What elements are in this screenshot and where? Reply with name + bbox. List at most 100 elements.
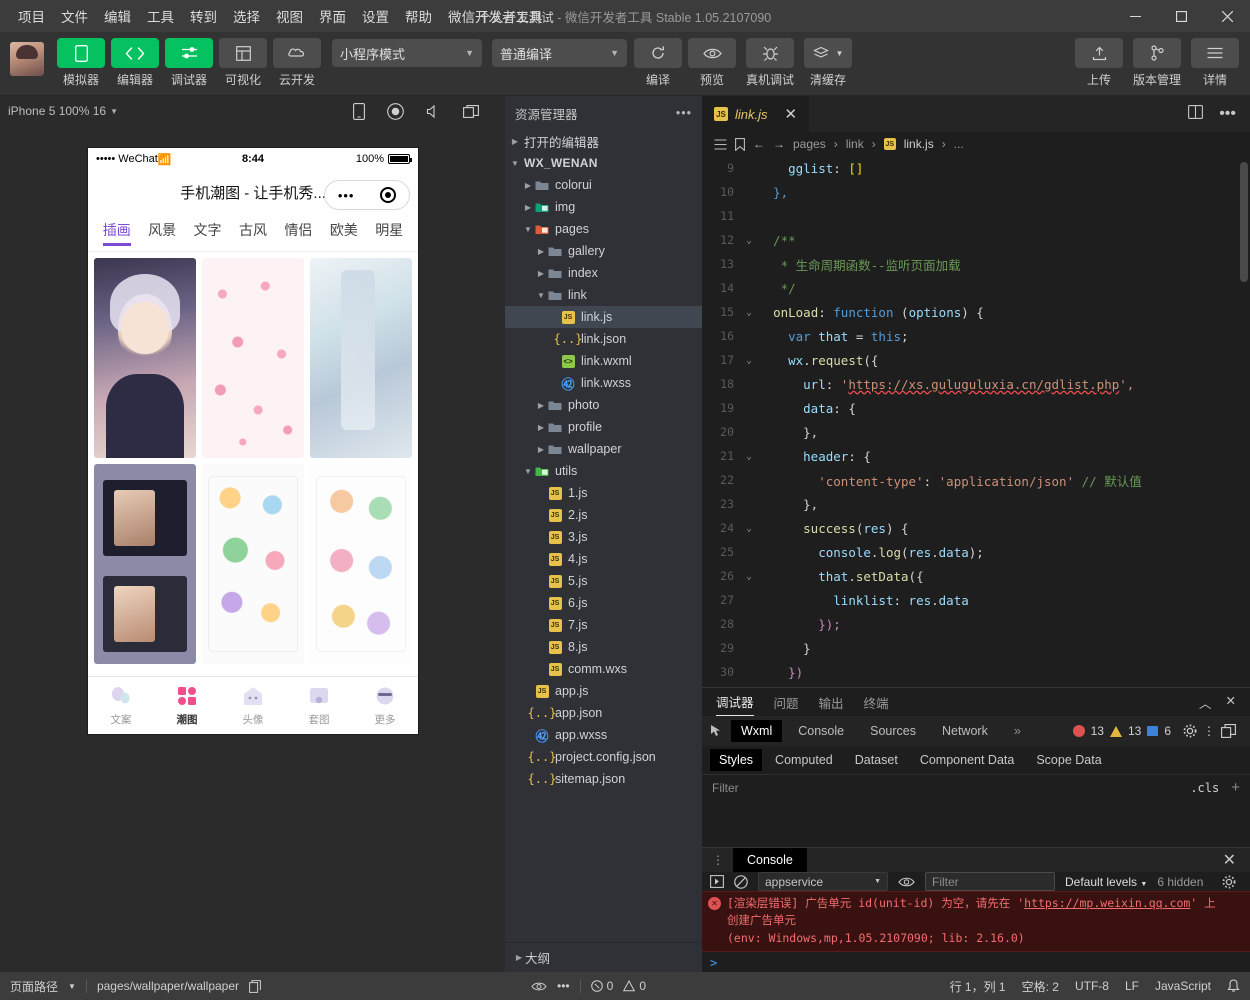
console-source-select[interactable]: appservice ▼ xyxy=(758,872,888,891)
code-line[interactable]: 17 ⌄ wx.request({ xyxy=(702,348,1250,372)
nav-forward-icon[interactable]: → xyxy=(773,137,785,151)
styles-tab-dataset[interactable]: Dataset xyxy=(846,749,907,771)
menu-item-interface[interactable]: 界面 xyxy=(311,2,354,30)
grid-image-2[interactable] xyxy=(202,258,304,458)
code-line[interactable]: 15 ⌄ onLoad: function (options) { xyxy=(702,300,1250,324)
console-error-link[interactable]: https://mp.weixin.qq.com xyxy=(1024,896,1190,910)
status-warning-chip[interactable]: 0 xyxy=(623,979,646,993)
menu-item-tools[interactable]: 工具 xyxy=(139,2,182,30)
code-line[interactable]: 20 }, xyxy=(702,420,1250,444)
console-tab[interactable]: Console xyxy=(733,848,807,872)
code-line[interactable]: 13 * 生命周期函数--监听页面加载 xyxy=(702,252,1250,276)
grid-image-3[interactable] xyxy=(310,258,412,458)
tree-item-3-js[interactable]: JS 3.js xyxy=(505,526,702,548)
phone-tab-oumei[interactable]: 欧美 xyxy=(330,220,358,246)
tree-item-photo[interactable]: ▶ photo xyxy=(505,394,702,416)
code-line[interactable]: 27 linklist: res.data xyxy=(702,588,1250,612)
console-error-row[interactable]: ✕ [渲染层错误] 广告单元 id(unit-id) 为空，请先在 'https… xyxy=(702,891,1250,952)
fold-chevron-icon[interactable]: ⌄ xyxy=(740,571,758,582)
code-line[interactable]: 11 xyxy=(702,204,1250,228)
page-path-label[interactable]: 页面路径 xyxy=(10,978,58,995)
file-tree[interactable]: ▶ 打开的编辑器 ▼ WX_WENAN ▶ colorui ▶ img ▼ pages ▶ galle… xyxy=(505,130,702,942)
clear-console-icon[interactable] xyxy=(734,874,748,889)
kebab-menu-icon[interactable]: ⋮ xyxy=(1203,724,1215,738)
phone-bottom-tab-taotu[interactable]: 套图 xyxy=(286,685,352,727)
device-select[interactable]: iPhone 5 100% 16 xyxy=(8,104,106,118)
fold-chevron-icon[interactable]: ⌄ xyxy=(740,355,758,366)
phone-bottom-tab-gengduo[interactable]: 更多 xyxy=(352,685,418,727)
window-icon[interactable] xyxy=(463,104,479,119)
tree-item-utils[interactable]: ▼ utils xyxy=(505,460,702,482)
gear-icon[interactable] xyxy=(1222,875,1242,889)
target-icon[interactable] xyxy=(380,187,397,203)
tree-item-link-js[interactable]: JS link.js xyxy=(505,306,702,328)
code-line[interactable]: 22 'content-type': 'application/json' //… xyxy=(702,468,1250,492)
version-control-button[interactable]: 版本管理 xyxy=(1128,38,1186,88)
breadcrumb-link[interactable]: link xyxy=(846,137,864,151)
phone-capsule[interactable]: ••• xyxy=(324,180,410,210)
breadcrumb-file[interactable]: link.js xyxy=(904,137,934,151)
devtools-tab-network[interactable]: Network xyxy=(932,720,998,742)
tree-item-link-json[interactable]: {..} link.json xyxy=(505,328,702,350)
tree-item-profile[interactable]: ▶ profile xyxy=(505,416,702,438)
more-dots-icon[interactable]: ••• xyxy=(338,188,355,203)
tree-item-index[interactable]: ▶ index xyxy=(505,262,702,284)
language-mode[interactable]: JavaScript xyxy=(1155,979,1211,993)
avatar[interactable] xyxy=(10,42,44,76)
tree-item-link[interactable]: ▼ link xyxy=(505,284,702,306)
panel-tab-terminal[interactable]: 终端 xyxy=(864,693,889,712)
phone-bottom-tab-wenan[interactable]: 文案 xyxy=(88,685,154,727)
code-line[interactable]: 26 ⌄ that.setData({ xyxy=(702,564,1250,588)
copy-icon[interactable] xyxy=(249,979,261,993)
menu-item-settings[interactable]: 设置 xyxy=(354,2,397,30)
styles-tab-styles[interactable]: Styles xyxy=(710,749,763,771)
split-editor-icon[interactable] xyxy=(1188,105,1204,123)
fold-chevron-icon[interactable]: ⌄ xyxy=(740,307,758,318)
code-line[interactable]: 30 }) xyxy=(702,660,1250,684)
tree-item-6-js[interactable]: JS 6.js xyxy=(505,592,702,614)
tree-item-2-js[interactable]: JS 2.js xyxy=(505,504,702,526)
tree-item-sitemap-json[interactable]: {..} sitemap.json xyxy=(505,768,702,790)
record-icon[interactable] xyxy=(387,102,404,120)
code-line[interactable]: 9 gglist: [] xyxy=(702,156,1250,180)
upload-button[interactable]: 上传 xyxy=(1074,38,1124,88)
chevron-down-icon[interactable]: ▼ xyxy=(110,107,118,116)
page-path-value[interactable]: pages/wallpaper/wallpaper xyxy=(97,979,239,993)
tree-item-4-js[interactable]: JS 4.js xyxy=(505,548,702,570)
menu-item-select[interactable]: 选择 xyxy=(225,2,268,30)
code-line[interactable]: 29 } xyxy=(702,636,1250,660)
code-editor[interactable]: 9 gglist: [] 10 }, 11 12 ⌄ /** 13 * 生命周期函数--监… xyxy=(702,156,1250,687)
tree-item-7-js[interactable]: JS 7.js xyxy=(505,614,702,636)
styles-tab-computed[interactable]: Computed xyxy=(766,749,842,771)
menu-item-file[interactable]: 文件 xyxy=(53,2,96,30)
encoding[interactable]: UTF-8 xyxy=(1075,979,1109,993)
grid-image-6[interactable] xyxy=(310,464,412,664)
menu-item-help[interactable]: 帮助 xyxy=(397,2,440,30)
code-line[interactable]: 18 url: 'https://xs.guluguluxia.cn/gdlis… xyxy=(702,372,1250,396)
debugger-toggle-button[interactable]: 调试器 xyxy=(164,38,214,88)
editor-toggle-button[interactable]: 编辑器 xyxy=(110,38,160,88)
tree-item-5-js[interactable]: JS 5.js xyxy=(505,570,702,592)
panel-tab-debugger[interactable]: 调试器 xyxy=(716,689,754,716)
mode-select[interactable]: 小程序模式 ▼ xyxy=(332,39,482,67)
dock-icon[interactable] xyxy=(1221,724,1236,738)
tree-item-8-js[interactable]: JS 8.js xyxy=(505,636,702,658)
gear-icon[interactable] xyxy=(1183,724,1197,738)
code-line[interactable]: 23 }, xyxy=(702,492,1250,516)
phone-bottom-tab-touxiang[interactable]: 头像 xyxy=(220,685,286,727)
fold-chevron-icon[interactable]: ⌄ xyxy=(740,235,758,246)
breadcrumb-ellipsis[interactable]: ... xyxy=(954,137,964,151)
tree-item-wallpaper[interactable]: ▶ wallpaper xyxy=(505,438,702,460)
code-line[interactable]: 25 console.log(res.data); xyxy=(702,540,1250,564)
phone-tab-chahua[interactable]: 插画 xyxy=(102,220,131,246)
cursor-position[interactable]: 行 1，列 1 xyxy=(950,978,1006,995)
close-icon[interactable]: ✕ xyxy=(785,105,798,123)
menu-item-view[interactable]: 视图 xyxy=(268,2,311,30)
code-line[interactable]: 14 */ xyxy=(702,276,1250,300)
simulator-toggle-button[interactable]: 模拟器 xyxy=(56,38,106,88)
menu-item-project[interactable]: 项目 xyxy=(10,2,53,30)
code-line[interactable]: 12 ⌄ /** xyxy=(702,228,1250,252)
compile-select[interactable]: 普通编译 ▼ xyxy=(492,39,627,67)
collapse-icon[interactable]: ︿ xyxy=(1199,693,1212,712)
breadcrumb-pages[interactable]: pages xyxy=(793,137,826,151)
